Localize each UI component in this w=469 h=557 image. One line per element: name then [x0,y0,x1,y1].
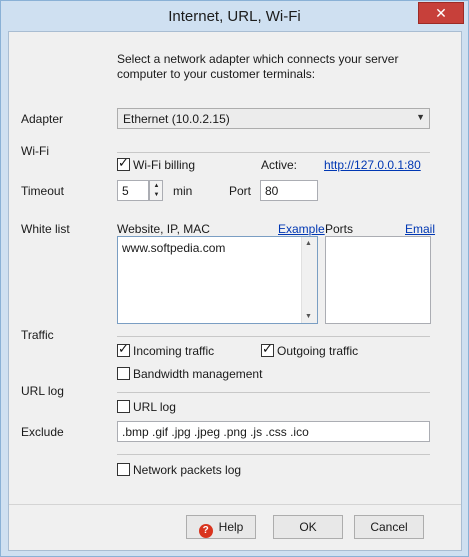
urllog-divider [117,392,430,393]
dialog-window: Internet, URL, Wi-Fi ✕ Select a network … [0,0,469,557]
outgoing-traffic-label: Outgoing traffic [277,344,359,358]
wifi-section-label: Wi-Fi [21,144,49,158]
active-url-link[interactable]: http://127.0.0.1:80 [324,158,421,172]
adapter-selected-value: Ethernet (10.0.2.15) [123,112,230,126]
timeout-input[interactable]: 5 [117,180,149,201]
cancel-button[interactable]: Cancel [354,515,424,539]
close-icon: ✕ [435,5,447,21]
stepper-down-icon[interactable]: ▼ [152,191,161,199]
window-title: Internet, URL, Wi-Fi [168,8,301,25]
incoming-traffic-checkbox[interactable]: ✓ [117,341,130,357]
whitelist-sites-textarea[interactable]: www.softpedia.com ▲ ▼ [117,236,318,324]
exclude-input[interactable]: .bmp .gif .jpg .jpeg .png .js .css .ico [117,421,430,442]
stepper-up-icon[interactable]: ▲ [152,182,161,190]
example-link[interactable]: Example [278,222,325,236]
scroll-up-icon[interactable]: ▲ [305,240,312,247]
packets-divider [117,454,430,455]
chevron-down-icon: ▼ [416,112,425,122]
checkmark-icon: ✓ [118,155,129,170]
adapter-label: Adapter [21,112,64,126]
checkmark-icon: ✓ [262,341,273,356]
port-value: 80 [265,184,279,198]
whitelist-label: White list [21,222,70,236]
help-icon: ? [198,524,213,538]
port-input[interactable]: 80 [260,180,318,201]
wifi-billing-label: Wi-Fi billing [133,158,196,172]
wifi-divider [117,152,430,153]
checkmark-icon: ✓ [118,341,129,356]
exclude-value: .bmp .gif .jpg .jpeg .png .js .css .ico [122,425,309,439]
port-label: Port [229,184,252,198]
timeout-stepper[interactable]: ▲ ▼ [149,180,163,201]
incoming-traffic-label: Incoming traffic [133,344,215,358]
active-label: Active: [261,158,298,172]
packets-log-label: Network packets log [133,463,242,477]
urllog-section-label: URL log [21,384,64,398]
ports-column-header: Ports [325,222,354,236]
exclude-label: Exclude [21,425,64,439]
whitelist-ports-textarea[interactable] [325,236,431,324]
help-button[interactable]: ? Help [186,515,256,539]
outgoing-traffic-checkbox[interactable]: ✓ [261,341,274,357]
url-log-checkbox[interactable] [117,400,130,413]
packets-log-checkbox[interactable] [117,463,130,476]
intro-text: Select a network adapter which connects … [117,52,399,81]
email-link[interactable]: Email [405,222,435,236]
sites-scrollbar[interactable]: ▲ ▼ [301,237,317,323]
timeout-label: Timeout [21,184,64,198]
wifi-billing-checkbox[interactable]: ✓ [117,155,130,171]
close-button[interactable]: ✕ [418,2,464,24]
sites-value: www.softpedia.com [122,241,226,255]
title-bar[interactable]: Internet, URL, Wi-Fi ✕ [1,1,468,31]
scroll-down-icon[interactable]: ▼ [305,313,312,320]
cancel-button-label: Cancel [370,520,408,534]
traffic-section-label: Traffic [21,328,54,342]
timeout-value: 5 [122,184,129,198]
sites-column-header: Website, IP, MAC [117,222,210,236]
ok-button[interactable]: OK [273,515,343,539]
url-log-label: URL log [133,400,176,414]
ok-button-label: OK [299,520,317,534]
traffic-divider [117,336,430,337]
bandwidth-label: Bandwidth management [133,367,263,381]
dialog-body: Select a network adapter which connects … [8,31,462,551]
button-bar: ? Help OK Cancel [9,504,461,550]
adapter-select[interactable]: Ethernet (10.0.2.15) ▼ [117,108,430,129]
help-button-label: Help [218,520,244,534]
bandwidth-checkbox[interactable] [117,367,130,380]
timeout-unit: min [173,184,193,198]
